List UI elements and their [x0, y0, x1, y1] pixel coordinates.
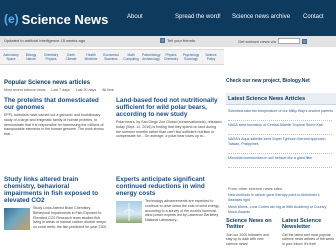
- site-logo[interactable]: (e) Science News: [4, 9, 108, 29]
- other-site-item[interactable]: Mesh Moms, Lonz Cortes win big at 55th A…: [228, 205, 334, 215]
- nav-spread-the-word[interactable]: Spread the word!: [175, 14, 221, 20]
- other-sites-header: From other science news sites: [228, 186, 283, 191]
- article-thumbnail[interactable]: [116, 201, 142, 223]
- nav-science-news-archive[interactable]: Science news archive: [232, 14, 290, 20]
- article-title[interactable]: Experts anticipate significant continued…: [116, 176, 222, 197]
- tab-last-30-days[interactable]: Last 30 days: [76, 88, 96, 92]
- category-item[interactable]: Health Medicine: [82, 53, 100, 61]
- category-item[interactable]: Science Policy: [202, 53, 220, 61]
- newsletter-body: Get the latest and most popular science …: [282, 232, 334, 246]
- share-icon: [160, 38, 165, 43]
- nav-contact[interactable]: Contact: [303, 14, 324, 20]
- newsletter-box: Latest Science Newsletter Get the latest…: [282, 218, 336, 247]
- newsletter-title[interactable]: Latest Science Newsletter: [282, 218, 336, 231]
- article-summary: EPFL scientists have carried out a genom…: [4, 113, 104, 137]
- latest-articles-header: Latest Science News Articles: [226, 93, 336, 105]
- latest-item[interactable]: NASA's Aqua satellite sees Super Typhoon…: [228, 137, 334, 152]
- divider: [228, 120, 332, 121]
- tab-most-recent[interactable]: Most recent science news: [4, 88, 45, 92]
- nav-about[interactable]: About: [127, 14, 143, 20]
- email-input[interactable]: [277, 38, 300, 44]
- twitter-box: Science News on Twitter Join our 2000 fo…: [226, 218, 276, 247]
- category-bar: Astronomy Space Biology Nature Chemistry…: [0, 49, 224, 65]
- article-content: Technology advancements are expected to …: [116, 199, 222, 223]
- latest-item[interactable]: NASA sees formation of Central Atlantic …: [228, 123, 334, 133]
- category-item[interactable]: Biology Nature: [22, 53, 40, 61]
- category-item[interactable]: Astronomy Space: [2, 53, 20, 61]
- article-content: Study Links Altered Brain Chemistry, Beh…: [4, 206, 108, 230]
- rss-icon[interactable]: [301, 38, 307, 44]
- page: (e) Science News About Spread the word! …: [0, 0, 336, 252]
- update-text: Updated to artificial intelligence 15 we…: [4, 38, 86, 43]
- category-item[interactable]: Earth Climate: [62, 53, 80, 61]
- project-banner-text: Check our new project, Biology.Net: [226, 78, 310, 84]
- article-card: Study links altered brain chemistry, beh…: [4, 176, 108, 252]
- article-summary: Technology advancements are expected to …: [145, 199, 220, 223]
- article-title[interactable]: The proteins that domesticated our genom…: [4, 97, 108, 111]
- category-item[interactable]: Psychology Sociology: [182, 53, 200, 61]
- twitter-title[interactable]: Science News on Twitter: [226, 218, 276, 231]
- article-title[interactable]: Study links altered brain chemistry, beh…: [4, 176, 108, 204]
- tab-last-7-days[interactable]: Last 7 days: [51, 88, 69, 92]
- twitter-body: Join our 2000 followers and stay up to d…: [226, 232, 269, 246]
- article-card: Land-based food not nutritionally suffic…: [116, 97, 222, 171]
- article-summary: Study Links Altered Brain Chemistry, Beh…: [33, 206, 107, 230]
- logo-text: Science News: [21, 11, 109, 27]
- article-title[interactable]: Land-based food not nutritionally suffic…: [116, 97, 222, 118]
- update-strip: Updated to artificial intelligence 15 we…: [0, 36, 336, 47]
- category-item[interactable]: Economics Business: [102, 53, 120, 61]
- latest-articles-title: Latest Science News Articles: [228, 96, 306, 102]
- divider: [228, 134, 332, 135]
- article-card: The proteins that domesticated our genom…: [4, 97, 108, 171]
- tell-friends[interactable]: Tell your friends: [160, 38, 195, 43]
- get-news-label: Get science news via: [238, 38, 276, 44]
- project-banner[interactable]: Check our new project, Biology.Net: [226, 78, 336, 88]
- tab-all-time[interactable]: All time: [102, 88, 114, 92]
- category-item[interactable]: Physics Chemistry: [162, 53, 180, 61]
- category-item[interactable]: Chemistry Physics: [42, 53, 60, 61]
- article-summary: Polar bears, by San Diego Zoo Global (co…: [116, 120, 222, 139]
- article-card: Experts anticipate significant continued…: [116, 176, 222, 252]
- popular-tabs: Most recent science news Last 7 days Las…: [4, 88, 114, 92]
- latest-item[interactable]: Microbial communities in soil behave lik…: [228, 156, 334, 166]
- divider: [228, 153, 332, 154]
- divider: [228, 167, 332, 168]
- logo-mark: (e): [4, 12, 19, 26]
- category-item[interactable]: Math Computing: [122, 53, 140, 61]
- site-header: (e) Science News About Spread the word! …: [0, 0, 336, 36]
- other-site-item[interactable]: New methods in cancer gene therapy point…: [228, 193, 334, 203]
- wind-turbine-icon: [123, 203, 135, 221]
- tell-friends-label: Tell your friends: [167, 38, 196, 43]
- get-news: Get science news via: [238, 38, 307, 44]
- article-thumbnail[interactable]: [4, 208, 30, 230]
- popular-title: Popular Science news articles: [4, 80, 91, 86]
- latest-item[interactable]: Scientists take the temperature of our M…: [228, 109, 334, 119]
- category-item[interactable]: Paleontology Archaeology: [142, 53, 160, 61]
